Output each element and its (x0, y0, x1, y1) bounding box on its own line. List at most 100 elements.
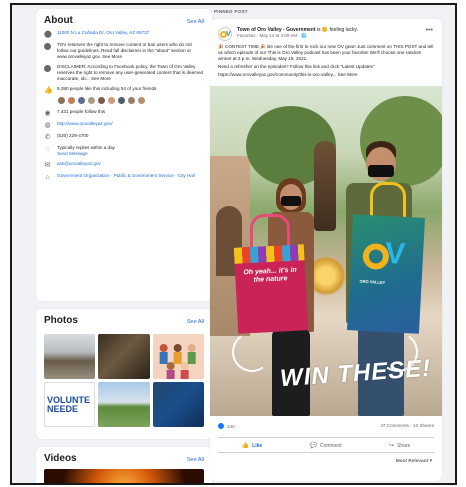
response-block: Typically replies within a day Send Mess… (57, 145, 115, 157)
browser-frame: About See All ⬤ 11000 N La Cañada Dr, Or… (10, 3, 457, 485)
like-button[interactable]: 👍 Like (242, 442, 263, 449)
disclaimer-long-text: DISCLAIMER: According to Facebook policy… (57, 64, 204, 81)
most-relevant-dropdown[interactable]: Most Relevant ▾ (396, 459, 432, 464)
likes-row: 👍 9,390 people like this including 54 of… (44, 86, 204, 94)
tote-bag-text: Oh yeah... it's in the nature (243, 266, 297, 284)
video-thumbnail[interactable] (44, 469, 204, 483)
people-illustration (159, 344, 196, 379)
tag-icon: ⌂ (45, 174, 50, 181)
thumbs-up-icon: 👍 (44, 87, 53, 94)
post-text-1: 🎉 CONTEST TIME 🎉 Be one of the first to … (218, 44, 434, 61)
share-button[interactable]: ↪ Share (389, 442, 410, 449)
photo-thumbnail[interactable] (98, 334, 150, 379)
info-icon (44, 65, 51, 72)
ov-tote-bag: V ORO VALLEY (347, 214, 425, 334)
follows-text: 7,431 people follow this (57, 109, 106, 114)
website-link[interactable]: http://www.orovalleyaz.gov/ (57, 121, 113, 127)
avatar[interactable] (107, 96, 116, 105)
phone-row: ✆ (520) 229-4700 (44, 133, 204, 141)
tote-pattern (233, 244, 305, 264)
photo-thumbnail[interactable] (98, 382, 150, 427)
avatar[interactable] (77, 96, 86, 105)
photo-thumbnail[interactable] (152, 334, 204, 379)
photo-grid: VOLUNTE NEEDE (44, 334, 204, 427)
tote-bag-subtext: ORO VALLEY (359, 278, 386, 285)
feeling-text: is 😊 feeling lucky. (316, 27, 359, 33)
about-card: About See All ⬤ 11000 N La Cañada Dr, Or… (36, 9, 212, 301)
about-title: About (44, 15, 73, 26)
face-mask (281, 196, 301, 206)
send-message-link[interactable]: Send Message (57, 151, 88, 156)
likes-text: 9,390 people like this including 54 of y… (57, 86, 157, 91)
post-body: 🎉 CONTEST TIME 🎉 Be one of the first to … (210, 41, 442, 78)
phone-icon: ✆ (44, 134, 51, 141)
avatar[interactable] (127, 96, 136, 105)
avatar[interactable] (117, 96, 126, 105)
category-link[interactable]: Government Organization · Public & Gover… (57, 173, 195, 179)
email-link[interactable]: ask@orovalleyaz.gov (57, 161, 101, 167)
videos-see-all-link[interactable]: See All (187, 457, 204, 463)
disclaimer-long-row: DISCLAIMER: According to Facebook policy… (44, 64, 204, 82)
comment-icon: 💬 (309, 442, 317, 449)
face-mask (368, 165, 394, 177)
avatar[interactable] (67, 96, 76, 105)
pinned-post: V Town of Oro Valley - Government is 😊 f… (210, 19, 442, 481)
friend-avatars (57, 96, 204, 105)
mail-icon: ✉ (44, 162, 51, 169)
post-actions: 👍 Like 💬 Comment ↪ Share (218, 437, 434, 453)
pinned-post-label: PINNED POST (214, 9, 248, 14)
avatar[interactable] (137, 96, 146, 105)
email-row: ✉ ask@orovalleyaz.gov (44, 161, 204, 169)
share-icon: ↪ (388, 442, 394, 449)
rss-icon: ◉ (44, 110, 51, 117)
response-row: ◌ Typically replies within a day Send Me… (44, 145, 204, 157)
response-text: Typically replies within a day (57, 145, 115, 150)
videos-title: Videos (44, 453, 77, 464)
messenger-icon: ◌ (45, 146, 50, 153)
photos-see-all-link[interactable]: See All (187, 319, 204, 325)
post-author-block: Town of Oro Valley - Government is 😊 fee… (237, 27, 358, 41)
ov-logo-v: V (226, 31, 231, 38)
photo-thumbnail[interactable] (152, 382, 204, 427)
avatar[interactable] (57, 96, 66, 105)
volunteer-line-2: NEEDE (47, 404, 79, 414)
ov-logo-v: V (384, 236, 406, 271)
about-see-all-link[interactable]: See All (187, 19, 204, 25)
like-label: Like (252, 442, 263, 449)
info-icon (44, 43, 51, 50)
right-column: PINNED POST V Town of Oro Valley - Gover… (210, 5, 442, 481)
post-header: V Town of Oro Valley - Government is 😊 f… (210, 19, 442, 41)
comment-button[interactable]: 💬 Comment (309, 442, 341, 449)
post-photo[interactable]: Oh yeah... it's in the nature V ORO VALL… (210, 86, 442, 416)
comment-label: Comment (319, 442, 342, 449)
address-link[interactable]: 11000 N La Cañada Dr, Oro Valley, AZ 857… (57, 30, 149, 36)
post-text-2: Need a refresher on the episodes? Follow… (218, 64, 375, 69)
avatar[interactable] (87, 96, 96, 105)
photo-thumbnail[interactable] (44, 334, 96, 379)
website-row: ◍ http://www.orovalleyaz.gov/ (44, 121, 204, 129)
share-label: Share (396, 442, 411, 449)
follows-row: ◉ 7,431 people follow this (44, 109, 204, 117)
pink-tote-bag: Oh yeah... it's in the nature (233, 244, 309, 334)
globe-icon: ◍ (44, 122, 51, 129)
about-header: About See All (44, 15, 204, 26)
post-link[interactable]: https://www.orovalleyaz.gov/community/th… (218, 72, 434, 78)
post-meta[interactable]: Favorites · May 14 at 4:00 AM · 🌐 (237, 33, 358, 39)
left-column: About See All ⬤ 11000 N La Cañada Dr, Or… (36, 9, 212, 483)
videos-card: Videos See All (36, 447, 212, 483)
phone-text: (520) 229-4700 (57, 133, 89, 138)
category-row: ⌂ Government Organization · Public & Gov… (44, 173, 204, 181)
reaction-count-text: 140 (227, 424, 235, 429)
avatar[interactable] (97, 96, 106, 105)
reaction-count[interactable]: 140 (218, 423, 235, 429)
like-reaction-icon (218, 423, 224, 429)
disclaimer-short-text: TOV reserves the right to remove content… (57, 42, 192, 59)
photos-card: Photos See All VOLUNTE NEEDE (36, 309, 212, 439)
more-options-icon[interactable]: ••• (426, 27, 433, 34)
page-avatar[interactable]: V (218, 27, 232, 41)
photos-title: Photos (44, 315, 78, 326)
photos-header: Photos See All (44, 315, 204, 326)
photo-thumbnail[interactable]: VOLUNTE NEEDE (44, 382, 96, 427)
reactions-bar: 140 37 Comments · 10 Shares (218, 423, 434, 429)
comments-shares[interactable]: 37 Comments · 10 Shares (380, 423, 434, 429)
